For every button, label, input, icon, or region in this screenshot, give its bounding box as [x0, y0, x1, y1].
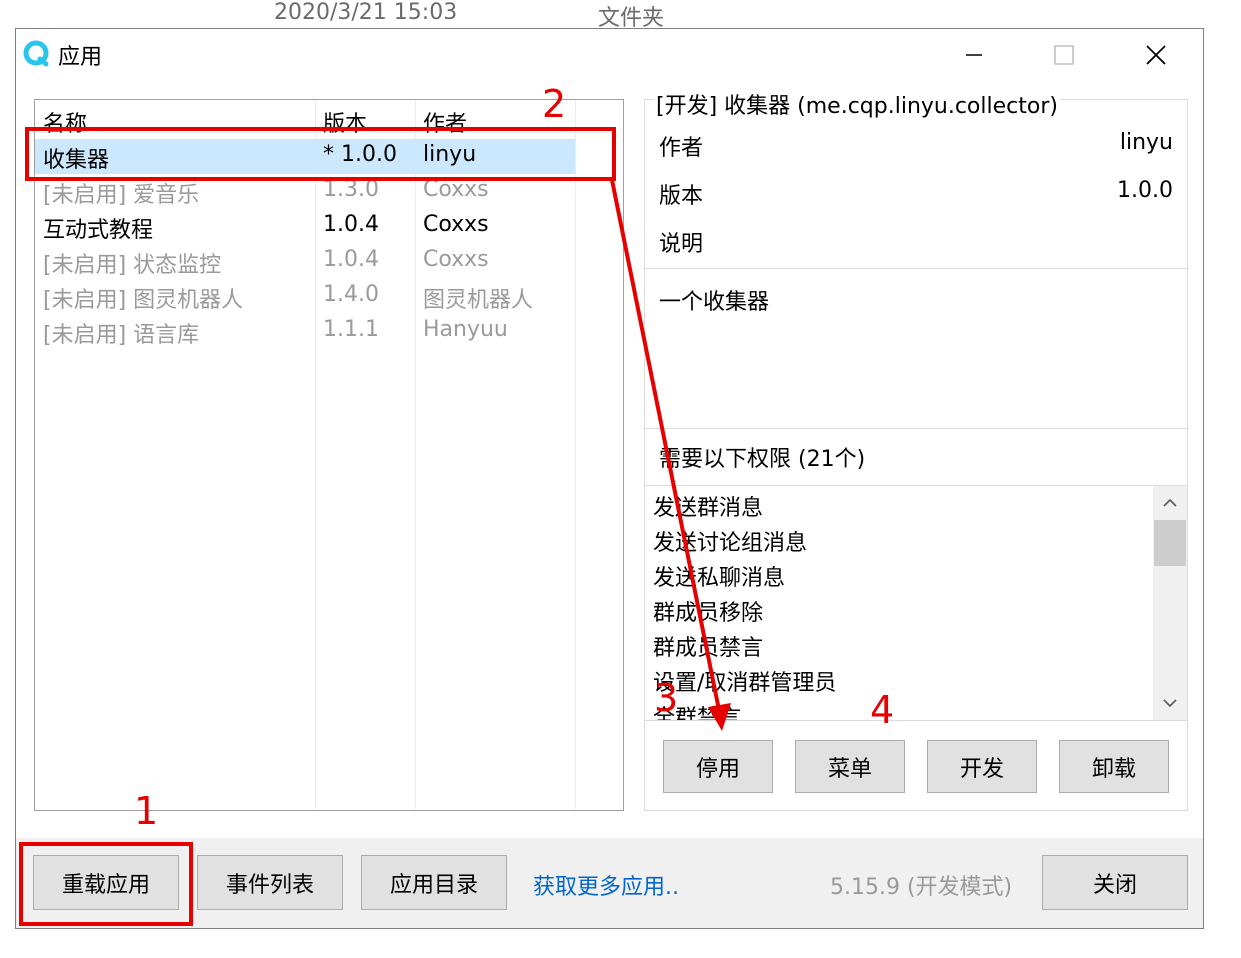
annotation-label-2: 2: [542, 82, 567, 126]
annotation-arrow: [610, 179, 731, 731]
annotation-label-1: 1: [134, 789, 159, 833]
annotation-label-3: 3: [654, 676, 679, 720]
annotation-label-4: 4: [870, 688, 895, 732]
